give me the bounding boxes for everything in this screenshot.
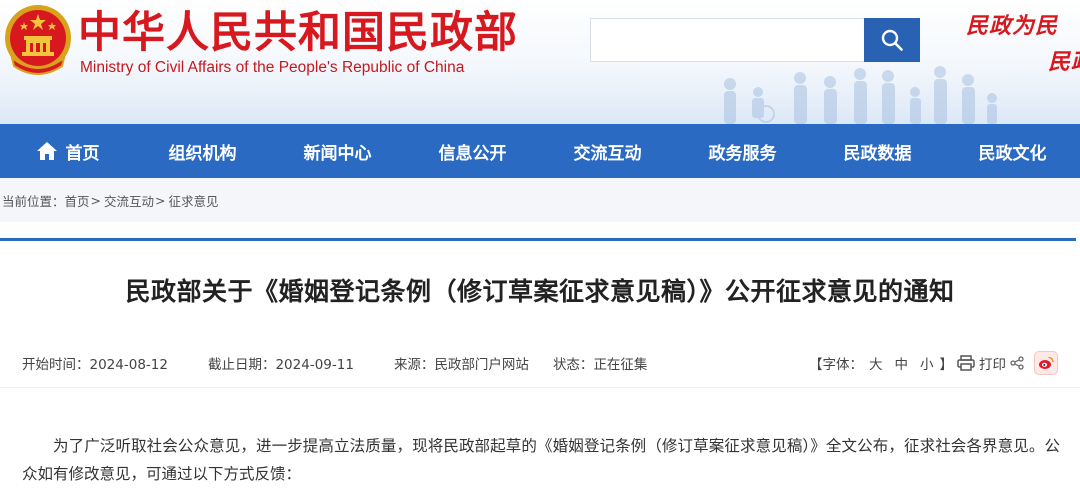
nav-item-home[interactable]: 首页 [0, 124, 135, 178]
slogan-line-1: 民政为民 [966, 13, 1059, 39]
nav-item-interaction[interactable]: 交流互动 [540, 124, 675, 178]
nav-item-info-disclosure[interactable]: 信息公开 [405, 124, 540, 178]
site-title-english: Ministry of Civil Affairs of the People'… [80, 59, 465, 76]
nav-item-news[interactable]: 新闻中心 [270, 124, 405, 178]
font-size-small-button[interactable]: 小 [920, 353, 934, 373]
meta-end-label: 截止日期： [207, 357, 276, 373]
meta-start-date: 开始时间：2024-08-12 [22, 353, 168, 373]
article-title: 民政部关于《婚姻登记条例（修订草案征求意见稿）》公开征求意见的通知 [125, 277, 955, 306]
meta-source: 来源：民政部门户网站 [394, 353, 529, 373]
meta-status-value: 正在征集 [593, 357, 648, 373]
weibo-icon [1039, 356, 1054, 369]
article-tools: 【字体： 大 中 小 】 打印 [809, 351, 1058, 375]
breadcrumb-interaction[interactable]: 交流互动 [104, 191, 154, 210]
nav-item-organization[interactable]: 组织机构 [135, 124, 270, 178]
main-nav: 首页 组织机构 新闻中心 信息公开 交流互动 政务服务 民政数据 民政文化 [0, 124, 1080, 178]
font-size-medium-button[interactable]: 中 [895, 353, 909, 373]
article-top-divider [0, 238, 1076, 241]
breadcrumb-separator: > [90, 192, 102, 208]
share-icon[interactable] [1010, 356, 1024, 370]
breadcrumb: 当前位置： 首页 > 交流互动 > 征求意见 [0, 178, 1080, 222]
print-button[interactable]: 打印 [979, 353, 1006, 373]
search-icon [881, 29, 903, 51]
print-icon[interactable] [957, 355, 975, 371]
breadcrumb-consultation[interactable]: 征求意见 [169, 191, 219, 210]
meta-end-date: 截止日期：2024-09-11 [208, 353, 354, 373]
site-title: 中华人民共和国民政部 [78, 8, 518, 58]
search-input[interactable] [590, 18, 866, 62]
meta-source-value: 民政部门户网站 [434, 357, 529, 373]
meta-status-label: 状态： [552, 357, 594, 373]
nav-item-label: 首页 [65, 143, 100, 164]
meta-divider [0, 387, 1080, 388]
article-meta: 开始时间：2024-08-12 截止日期：2024-09-11 来源：民政部门户… [22, 351, 1058, 375]
font-size-label-close: 】 [939, 357, 954, 373]
meta-status: 状态：正在征集 [553, 353, 648, 373]
font-size-label-open: 【字体： [809, 357, 863, 373]
site-header: 中华人民共和国民政部 Ministry of Civil Affairs of … [0, 0, 1080, 124]
home-icon [36, 141, 58, 161]
meta-start-label: 开始时间： [22, 357, 90, 373]
breadcrumb-home[interactable]: 首页 [65, 191, 90, 210]
nav-item-culture[interactable]: 民政文化 [945, 124, 1080, 178]
nav-item-services[interactable]: 政务服务 [675, 124, 810, 178]
people-silhouettes-decoration [724, 66, 997, 124]
breadcrumb-separator: > [155, 192, 166, 208]
meta-source-label: 来源： [393, 357, 435, 373]
nav-item-data[interactable]: 民政数据 [810, 124, 945, 178]
article-paragraph: 为了广泛听取社会公众意见，进一步提高立法质量，现将民政部起草的《婚姻登记条例（修… [22, 437, 1060, 483]
national-emblem-icon [5, 5, 71, 75]
font-size-large-button[interactable]: 大 [869, 353, 883, 373]
search-button[interactable] [864, 18, 920, 62]
weibo-share-button[interactable] [1034, 351, 1058, 375]
meta-start-value: 2024-08-12 [89, 357, 168, 373]
breadcrumb-prefix: 当前位置： [2, 193, 65, 209]
meta-end-value: 2024-09-11 [275, 357, 354, 373]
